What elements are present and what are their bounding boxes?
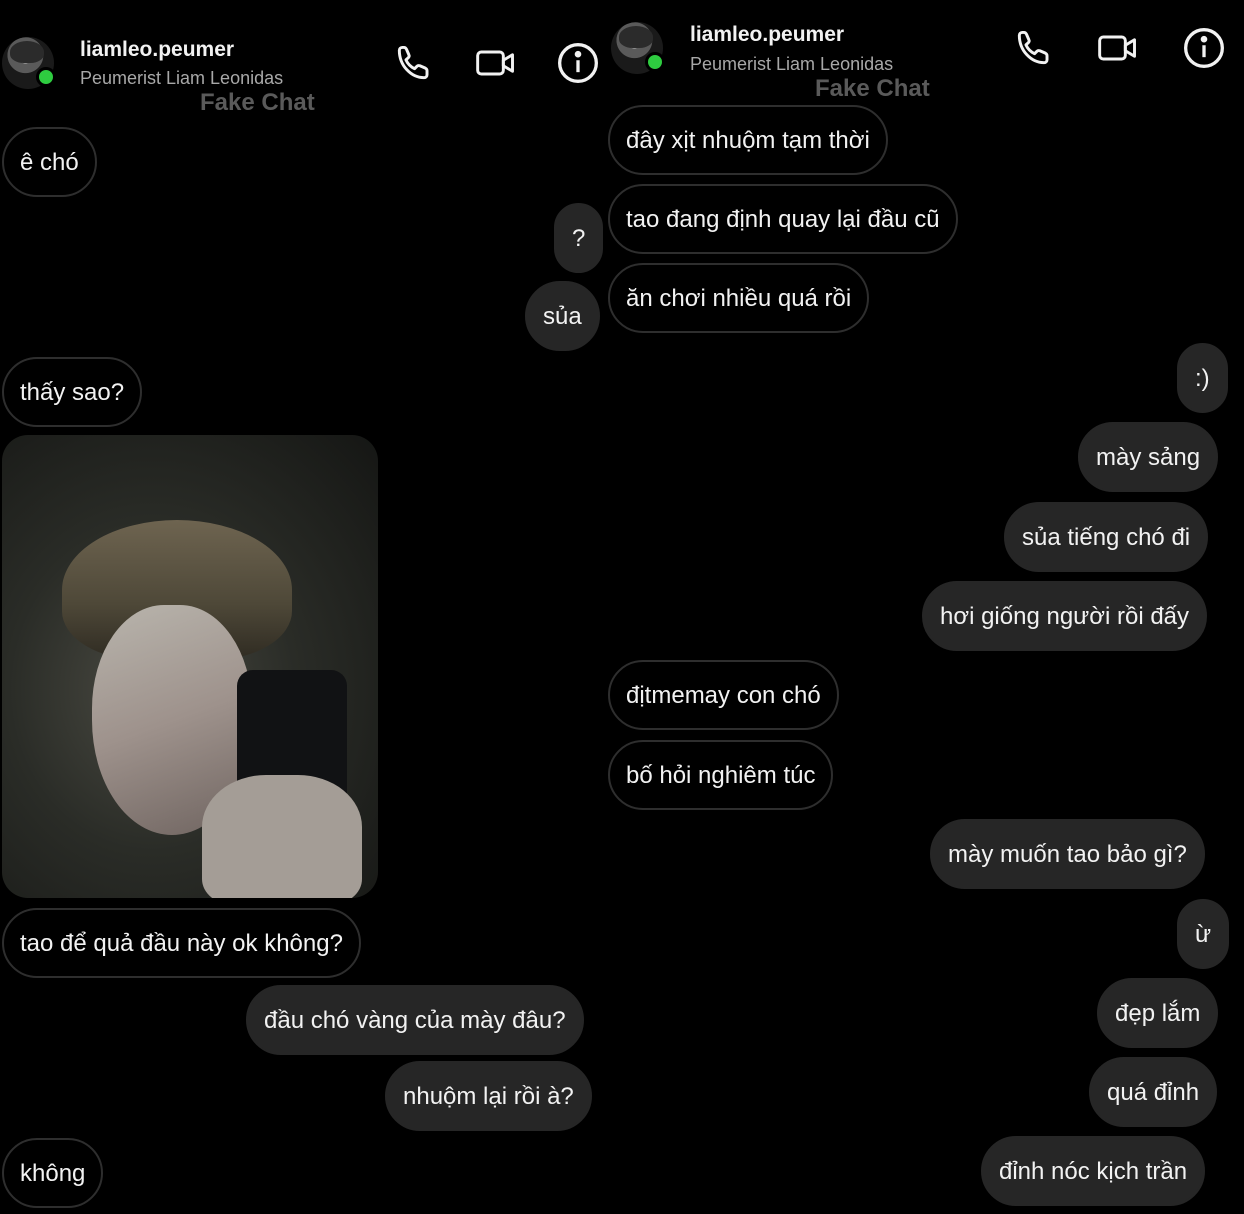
message-bubble-incoming[interactable]: bố hỏi nghiêm túc (608, 740, 834, 810)
avatar[interactable] (611, 22, 665, 74)
watermark-text: Fake Chat (200, 89, 315, 116)
message-bubble-incoming[interactable]: tao để quả đầu này ok không? (2, 908, 361, 978)
message-bubble-outgoing[interactable]: đầu chó vàng của mày đâu? (246, 985, 584, 1055)
online-status-dot (36, 67, 56, 87)
info-icon[interactable] (556, 41, 600, 85)
contact-display-name: Peumerist Liam Leonidas (690, 54, 894, 74)
message-bubble-outgoing[interactable]: :) (1177, 343, 1228, 413)
message-bubble-outgoing[interactable]: hơi giống người rồi đấy (922, 581, 1208, 651)
message-bubble-outgoing[interactable]: sủa tiếng chó đi (1004, 502, 1209, 572)
chat-header: liamleo.peumer Peumerist Liam Leonidas F… (606, 0, 1244, 110)
message-bubble-outgoing[interactable]: mày muốn tao bảo gì? (930, 819, 1205, 889)
avatar-hair (619, 26, 653, 48)
message-bubble-outgoing[interactable]: nhuộm lại rồi à? (385, 1061, 592, 1131)
watermark-text: Fake Chat (815, 75, 930, 102)
message-bubble-incoming[interactable]: tao đang định quay lại đầu cũ (608, 184, 958, 254)
message-bubble-outgoing[interactable]: quá đỉnh (1089, 1057, 1218, 1127)
message-bubble-incoming[interactable]: không (2, 1138, 104, 1208)
message-bubble-outgoing[interactable]: ừ (1177, 899, 1230, 969)
shared-photo[interactable] (2, 435, 378, 898)
phone-icon[interactable] (1012, 26, 1056, 70)
left-chat-panel: liamleo.peumer Peumerist Liam Leonidas F… (0, 0, 606, 1214)
video-call-icon[interactable] (474, 41, 518, 85)
right-chat-panel: liamleo.peumer Peumerist Liam Leonidas F… (606, 0, 1244, 1214)
chat-header: liamleo.peumer Peumerist Liam Leonidas F… (0, 0, 606, 116)
message-bubble-incoming[interactable]: ăn chơi nhiều quá rồi (608, 263, 870, 333)
chat-screenshot: liamleo.peumer Peumerist Liam Leonidas F… (0, 0, 1244, 1214)
avatar-hair (10, 41, 44, 63)
avatar[interactable] (2, 37, 56, 89)
message-bubble-incoming[interactable]: địtmemay con chó (608, 660, 839, 730)
phone-icon[interactable] (392, 41, 436, 85)
contact-username[interactable]: liamleo.peumer (690, 23, 844, 47)
contact-display-name: Peumerist Liam Leonidas (80, 68, 284, 88)
online-status-dot (645, 52, 665, 72)
message-bubble-outgoing[interactable]: đỉnh nóc kịch trần (981, 1136, 1206, 1206)
message-bubble-outgoing[interactable]: ? (554, 203, 604, 273)
video-call-icon[interactable] (1096, 26, 1140, 70)
message-bubble-outgoing[interactable]: mày sảng (1078, 422, 1219, 492)
info-icon[interactable] (1182, 26, 1226, 70)
contact-username[interactable]: liamleo.peumer (80, 38, 234, 62)
message-bubble-incoming[interactable]: thấy sao? (2, 357, 143, 427)
message-bubble-incoming[interactable]: ê chó (2, 127, 97, 197)
message-bubble-incoming[interactable]: đây xịt nhuộm tạm thời (608, 105, 888, 175)
message-bubble-outgoing[interactable]: đẹp lắm (1097, 978, 1219, 1048)
message-bubble-outgoing[interactable]: sủa (525, 281, 600, 351)
photo-hand-shape (202, 775, 362, 898)
